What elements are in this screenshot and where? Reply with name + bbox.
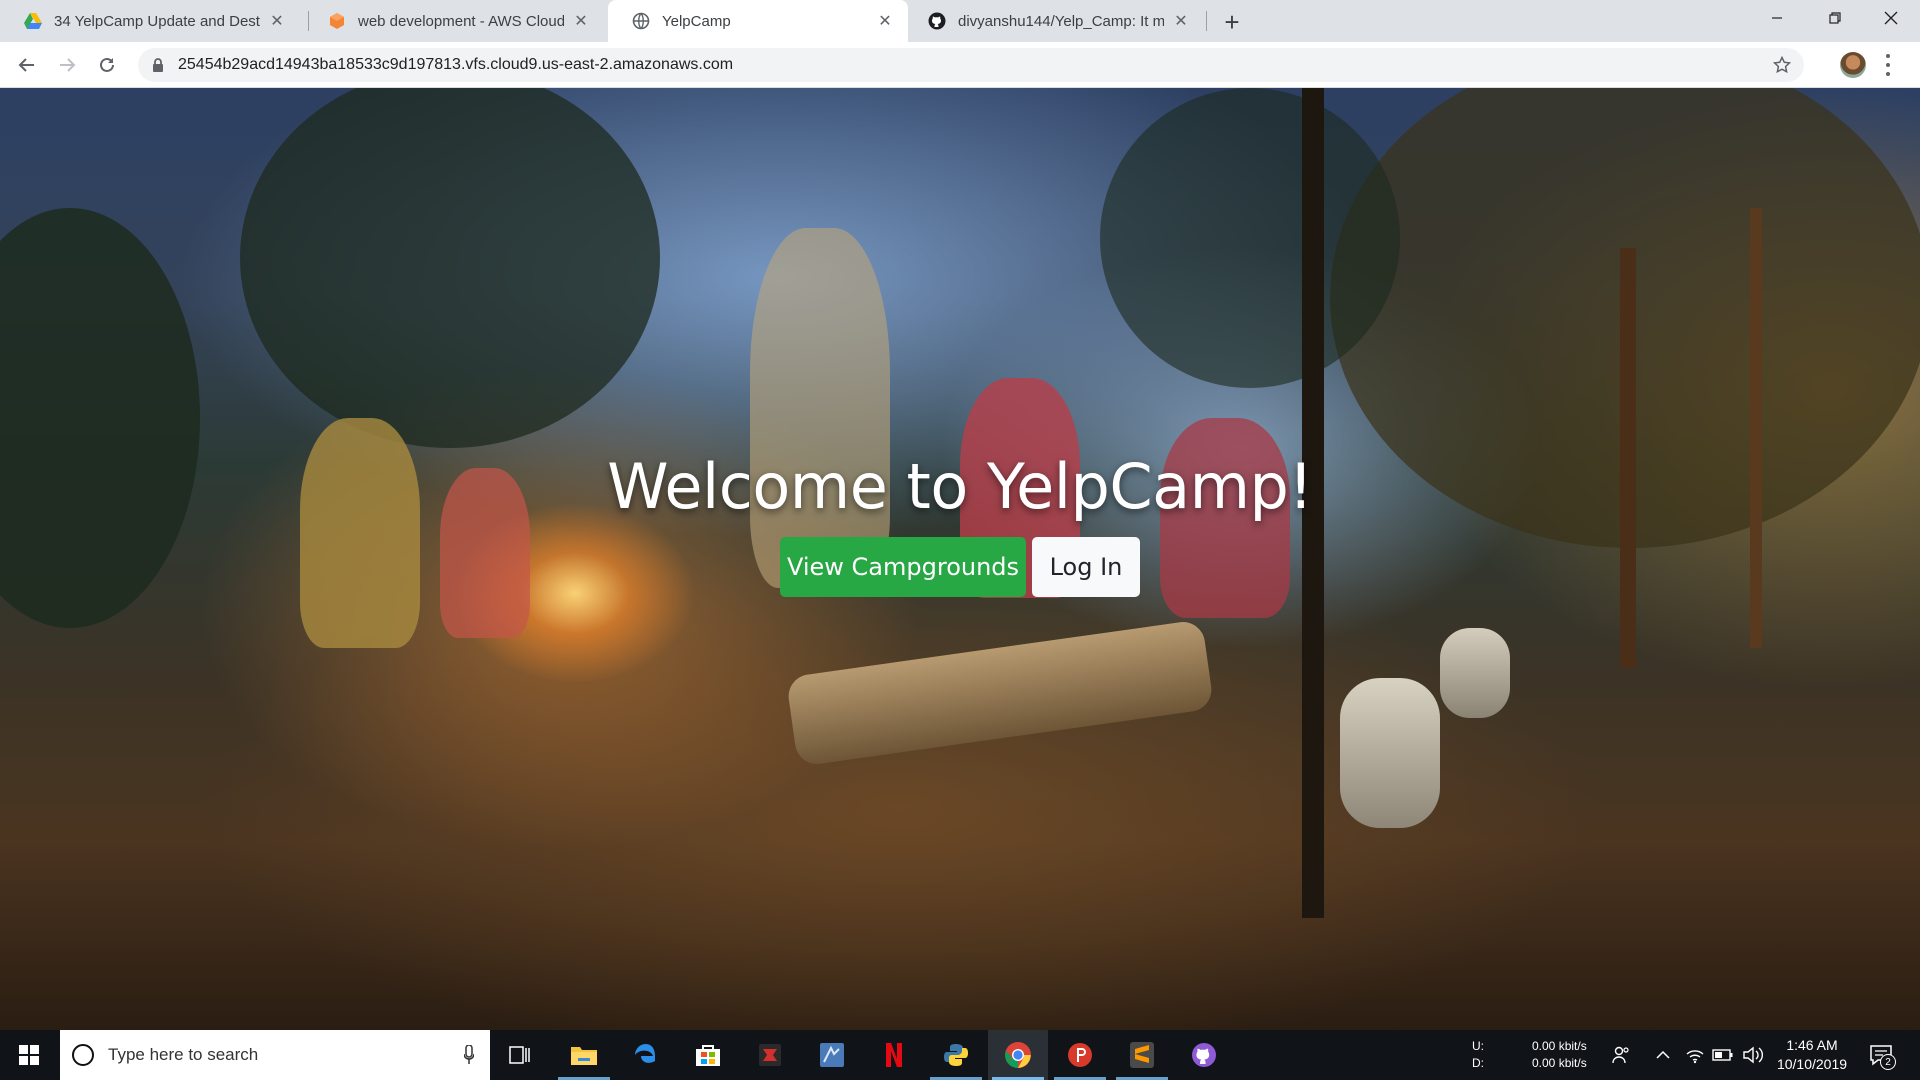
- close-tab-icon[interactable]: ✕: [572, 12, 590, 30]
- wifi-icon[interactable]: [1684, 1044, 1706, 1066]
- url-text: 25454b29acd14943ba18533c9d197813.vfs.clo…: [178, 56, 734, 73]
- tab-title: divyanshu144/Yelp_Camp: It mak: [958, 12, 1164, 30]
- task-view-icon: [509, 1046, 530, 1064]
- upload-label: U:: [1472, 1039, 1484, 1053]
- reload-button[interactable]: [92, 50, 122, 80]
- app-p-icon: [1068, 1043, 1092, 1067]
- github-desktop-app[interactable]: [1174, 1030, 1234, 1080]
- google-drive-icon: [24, 12, 42, 30]
- new-tab-button[interactable]: +: [1218, 7, 1246, 37]
- profile-avatar[interactable]: [1840, 52, 1866, 78]
- close-tab-icon[interactable]: ✕: [1172, 12, 1190, 30]
- close-tab-icon[interactable]: ✕: [268, 12, 286, 30]
- restore-window-button[interactable]: [1806, 0, 1864, 36]
- address-bar[interactable]: 25454b29acd14943ba18533c9d197813.vfs.clo…: [138, 48, 1804, 82]
- stump-shape: [1440, 628, 1510, 718]
- browser-toolbar: 25454b29acd14943ba18533c9d197813.vfs.clo…: [0, 42, 1920, 88]
- search-placeholder: Type here to search: [108, 1045, 259, 1064]
- upload-speed: 0.00 kbit/s: [1532, 1039, 1587, 1053]
- clock-date: 10/10/2019: [1776, 1056, 1848, 1072]
- tab-aws-cloud9[interactable]: web development - AWS Cloud9 ✕: [304, 0, 604, 42]
- red-app[interactable]: [740, 1030, 800, 1080]
- task-view-button[interactable]: [490, 1030, 550, 1080]
- windows-logo-icon: [19, 1045, 39, 1065]
- python-app[interactable]: [926, 1030, 986, 1080]
- netflix-app[interactable]: [864, 1030, 924, 1080]
- file-explorer-app[interactable]: [554, 1030, 614, 1080]
- tab-yelpcamp[interactable]: YelpCamp ✕: [608, 0, 908, 42]
- show-hidden-icons-chevron-icon[interactable]: [1652, 1044, 1674, 1066]
- hero-content: Welcome to YelpCamp! View Campgrounds Lo…: [0, 450, 1920, 597]
- tab-yelpcamp-update[interactable]: 34 YelpCamp Update and Destro ✕: [0, 0, 300, 42]
- github-icon: [928, 12, 946, 30]
- stump-shape: [1340, 678, 1440, 828]
- people-icon[interactable]: [1610, 1044, 1632, 1066]
- minimize-icon: [1772, 17, 1782, 19]
- forward-arrow-icon: [60, 58, 76, 72]
- notification-count-badge: 2: [1880, 1054, 1896, 1070]
- download-label: D:: [1472, 1056, 1484, 1070]
- globe-icon: [632, 12, 650, 30]
- file-explorer-icon: [571, 1047, 597, 1065]
- edge-app[interactable]: [616, 1030, 676, 1080]
- view-campgrounds-button[interactable]: View Campgrounds: [780, 537, 1026, 597]
- minimize-window-button[interactable]: [1748, 0, 1806, 36]
- close-icon: [1884, 11, 1898, 25]
- hero-title: Welcome to YelpCamp!: [607, 450, 1313, 523]
- close-window-button[interactable]: [1862, 0, 1920, 36]
- tab-title: 34 YelpCamp Update and Destro: [54, 12, 260, 30]
- chrome-icon: [1005, 1042, 1031, 1069]
- microphone-icon[interactable]: [464, 1045, 474, 1065]
- tree-shape: [1100, 88, 1400, 388]
- battery-icon[interactable]: [1712, 1044, 1734, 1066]
- chrome-app[interactable]: [988, 1030, 1048, 1080]
- tab-divider: [1206, 11, 1207, 31]
- reload-icon: [100, 57, 114, 72]
- hero-background: Welcome to YelpCamp! View Campgrounds Lo…: [0, 88, 1920, 1030]
- hero-buttons: View Campgrounds Log In: [0, 537, 1920, 597]
- tab-title: web development - AWS Cloud9: [358, 12, 564, 30]
- network-speed-meter: U: 0.00 kbit/s D: 0.00 kbit/s: [1472, 1038, 1587, 1072]
- restore-icon: [1829, 12, 1841, 24]
- app-red-icon: [759, 1044, 781, 1066]
- action-center-button[interactable]: 2: [1868, 1042, 1896, 1070]
- cortana-icon: [72, 1044, 94, 1066]
- system-clock[interactable]: 1:46 AM 10/10/2019: [1770, 1036, 1854, 1074]
- aws-cloud9-icon: [328, 12, 346, 30]
- back-arrow-icon: [18, 58, 34, 72]
- microsoft-store-app[interactable]: [678, 1030, 738, 1080]
- close-tab-icon[interactable]: ✕: [876, 12, 894, 30]
- download-speed: 0.00 kbit/s: [1532, 1056, 1587, 1070]
- volume-icon[interactable]: [1742, 1044, 1764, 1066]
- blue-app[interactable]: [802, 1030, 862, 1080]
- start-button[interactable]: [0, 1030, 58, 1080]
- netflix-icon: [886, 1043, 902, 1067]
- forward-button[interactable]: [52, 50, 82, 80]
- taskbar-search-box[interactable]: Type here to search: [60, 1030, 490, 1080]
- browser-tab-strip: 34 YelpCamp Update and Destro ✕ web deve…: [0, 0, 1920, 42]
- bookmark-star-icon[interactable]: [1772, 55, 1792, 75]
- github-desktop-icon: [1192, 1043, 1216, 1067]
- tree-shape: [240, 88, 660, 448]
- tab-title: YelpCamp: [662, 12, 731, 30]
- p-app[interactable]: [1050, 1030, 1110, 1080]
- windows-taskbar: Type here to search U: 0.00 kbit/s D: 0.00…: [0, 1030, 1920, 1080]
- lock-icon: [150, 57, 166, 73]
- back-button[interactable]: [12, 50, 42, 80]
- log-bench: [785, 619, 1215, 767]
- sublime-text-app[interactable]: [1112, 1030, 1172, 1080]
- app-blue-icon: [820, 1043, 844, 1067]
- browser-menu-icon[interactable]: [1884, 54, 1892, 76]
- tab-github-yelp-camp[interactable]: divyanshu144/Yelp_Camp: It mak ✕: [904, 0, 1204, 42]
- sublime-text-icon: [1130, 1042, 1154, 1068]
- clock-time: 1:46 AM: [1786, 1037, 1838, 1053]
- edge-icon: [635, 1044, 655, 1063]
- log-in-button[interactable]: Log In: [1032, 537, 1140, 597]
- store-icon: [696, 1045, 720, 1066]
- python-icon: [944, 1044, 968, 1066]
